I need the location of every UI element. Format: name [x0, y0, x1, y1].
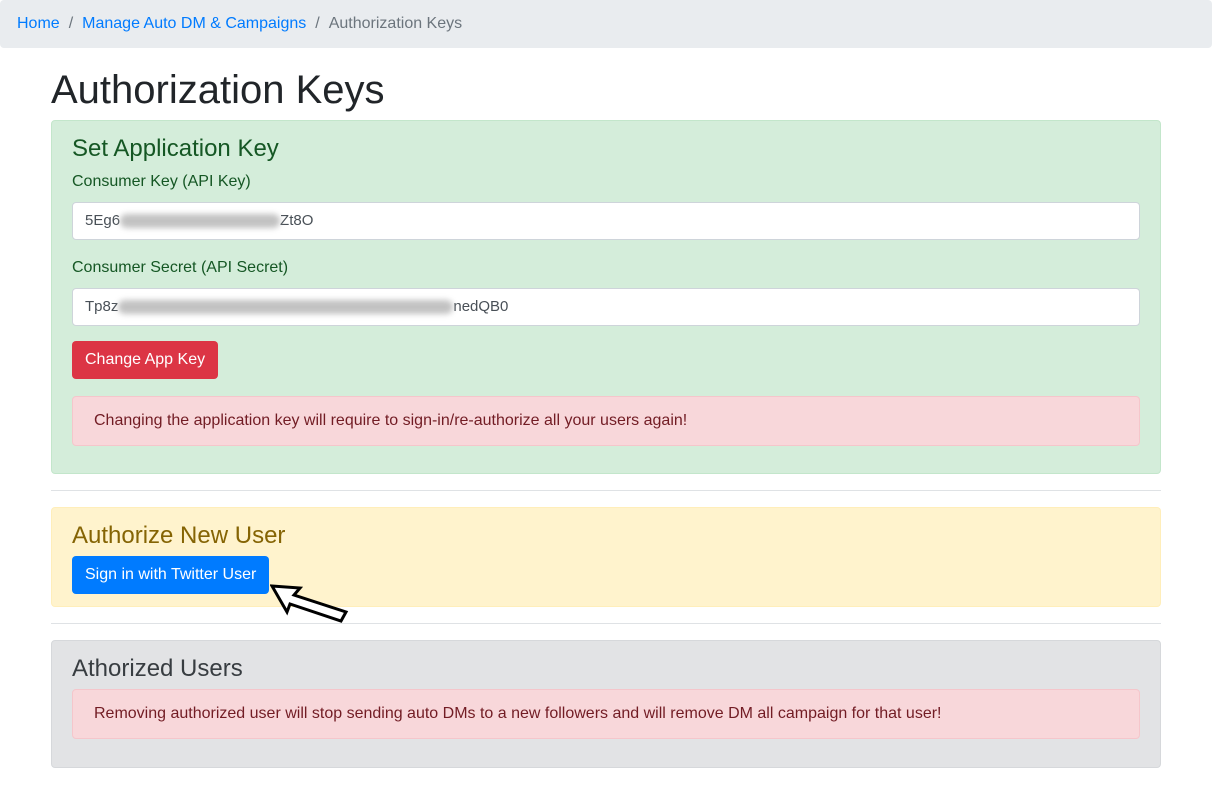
app-key-heading: Set Application Key	[72, 135, 279, 162]
authorize-card: Authorize New User Sign in with Twitter …	[51, 507, 1161, 607]
redacted-blur	[118, 300, 454, 315]
breadcrumb-separator: /	[315, 15, 320, 32]
authorize-heading: Authorize New User	[72, 522, 286, 549]
pointer-arrow-icon	[270, 584, 349, 623]
breadcrumb-separator: /	[68, 15, 74, 32]
breadcrumb: Home / Manage Auto DM & Campaigns / Auth…	[0, 0, 1212, 48]
breadcrumb-current: Authorization Keys	[328, 15, 463, 32]
authorized-users-heading: Athorized Users	[72, 655, 243, 682]
redacted-blur	[120, 214, 281, 229]
consumer-secret-input[interactable]: Tp8z nedQB0	[72, 288, 1140, 326]
divider	[51, 490, 1161, 491]
change-app-key-button[interactable]: Change App Key	[72, 341, 219, 379]
app-key-card: Set Application Key Consumer Key (API Ke…	[51, 120, 1161, 474]
authorized-users-card: Athorized Users Removing authorized user…	[51, 640, 1161, 768]
page-title: Authorization Keys	[51, 68, 385, 112]
consumer-key-input[interactable]: 5Eg6 Zt8O	[72, 202, 1140, 240]
sign-in-twitter-button[interactable]: Sign in with Twitter User	[72, 556, 270, 594]
breadcrumb-section-link[interactable]: Manage Auto DM & Campaigns	[82, 15, 306, 33]
consumer-secret-suffix: nedQB0	[453, 298, 509, 315]
divider	[51, 623, 1161, 624]
breadcrumb-home-link[interactable]: Home	[17, 15, 60, 33]
authorized-users-warning-alert: Removing authorized user will stop sendi…	[72, 689, 1140, 739]
consumer-secret-prefix: Tp8z	[85, 298, 119, 315]
app-key-warning-alert: Changing the application key will requir…	[72, 396, 1140, 446]
consumer-key-suffix: Zt8O	[280, 212, 314, 229]
consumer-key-label: Consumer Key (API Key)	[72, 173, 251, 190]
consumer-key-prefix: 5Eg6	[85, 212, 121, 229]
consumer-secret-label: Consumer Secret (API Secret)	[72, 259, 289, 276]
